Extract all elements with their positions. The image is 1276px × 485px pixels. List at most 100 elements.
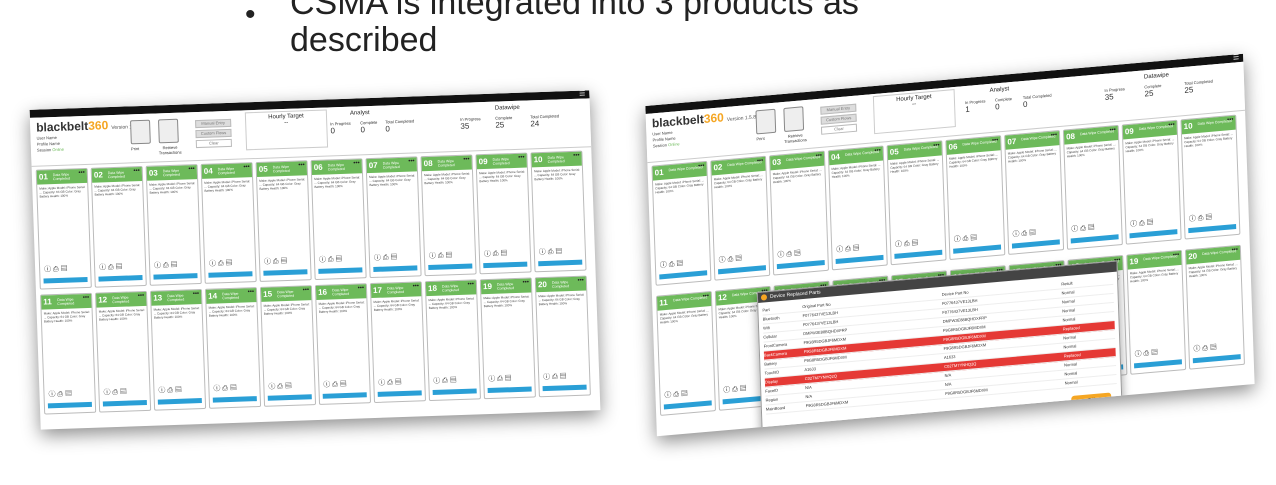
more-icon[interactable]: ••• bbox=[816, 153, 822, 160]
clear-button[interactable]: Clear bbox=[195, 138, 232, 149]
card-action-icons[interactable]: ⓘ ⎙ ▤ bbox=[660, 258, 684, 270]
device-card[interactable]: 07 Data Wipe Completed ••• Make: Apple Mode… bbox=[365, 156, 422, 279]
more-icon[interactable]: ••• bbox=[303, 287, 310, 293]
device-card[interactable]: 04 Data Wipe Completed ••• Make: Apple Mode… bbox=[200, 162, 257, 284]
device-card[interactable]: 11 Data Wipe Completed ••• Make: Apple Mode… bbox=[40, 292, 97, 415]
card-action-icons[interactable]: ⓘ ⎙ ▤ bbox=[1130, 217, 1154, 229]
card-action-icons[interactable]: ⓘ ⎙ ▤ bbox=[44, 264, 68, 275]
device-card[interactable]: 08 Data Wipe Completed ••• Make: Apple Mode… bbox=[1062, 124, 1123, 250]
device-card[interactable]: 05 Data Wipe Completed ••• Make: Apple Mode… bbox=[886, 140, 947, 266]
card-action-icons[interactable]: ⓘ ⎙ ▤ bbox=[374, 252, 398, 263]
more-icon[interactable]: ••• bbox=[138, 293, 145, 299]
device-card[interactable]: 09 Data Wipe Completed ••• Make: Apple Mode… bbox=[475, 152, 532, 275]
more-icon[interactable]: ••• bbox=[468, 281, 475, 287]
more-icon[interactable]: ••• bbox=[188, 166, 195, 172]
more-icon[interactable]: ••• bbox=[133, 168, 140, 174]
print-button[interactable] bbox=[755, 108, 777, 135]
device-card[interactable]: 02 Data Wipe Completed ••• Make: Apple Mode… bbox=[710, 155, 771, 281]
device-card[interactable]: 19 Data Wipe Completed ••• Make: Apple Mode… bbox=[479, 277, 536, 400]
card-action-icons[interactable]: ⓘ ⎙ ▤ bbox=[48, 389, 72, 400]
card-action-icons[interactable]: ⓘ ⎙ ▤ bbox=[1189, 212, 1213, 224]
device-card[interactable]: 18Data Wipe Completed•••Make: Apple Mode… bbox=[424, 279, 481, 402]
more-icon[interactable]: ••• bbox=[358, 285, 365, 291]
device-card[interactable]: 16Data Wipe Completed•••Make: Apple Mode… bbox=[314, 283, 372, 405]
card-action-icons[interactable]: ⓘ ⎙ ▤ bbox=[213, 383, 237, 394]
more-icon[interactable]: ••• bbox=[353, 160, 360, 166]
more-icon[interactable]: ••• bbox=[698, 163, 704, 170]
device-card[interactable]: 15Data Wipe Completed•••Make: Apple Mode… bbox=[259, 285, 317, 407]
more-icon[interactable]: ••• bbox=[577, 278, 584, 284]
card-action-icons[interactable]: ⓘ ⎙ ▤ bbox=[209, 258, 233, 269]
more-icon[interactable]: ••• bbox=[573, 153, 580, 159]
more-icon[interactable]: ••• bbox=[523, 280, 530, 286]
card-action-icons[interactable]: ⓘ ⎙ ▤ bbox=[268, 381, 292, 392]
card-action-icons[interactable]: ⓘ ⎙ ▤ bbox=[154, 260, 178, 271]
retrieve-transactions-button[interactable] bbox=[157, 118, 179, 144]
custom-flows-button[interactable]: Custom Flows bbox=[195, 128, 232, 139]
device-card[interactable]: 13Data Wipe Completed•••Make: Apple Mode… bbox=[149, 288, 207, 411]
card-action-icons[interactable]: ⓘ ⎙ ▤ bbox=[543, 371, 567, 382]
device-card[interactable]: 01 Data Wipe Completed ••• Make: Apple Mode… bbox=[651, 160, 712, 286]
more-icon[interactable]: ••• bbox=[1109, 127, 1115, 134]
more-icon[interactable]: ••• bbox=[78, 170, 85, 176]
device-card[interactable]: 20 Data Wipe Completed ••• Make: Apple Mode… bbox=[1184, 244, 1245, 370]
card-action-icons[interactable]: ⓘ ⎙ ▤ bbox=[1071, 222, 1095, 234]
card-action-icons[interactable]: ⓘ ⎙ ▤ bbox=[777, 248, 801, 260]
more-icon[interactable]: ••• bbox=[757, 158, 763, 165]
device-card[interactable]: 20 Data Wipe Completed ••• Make: Apple Mode… bbox=[534, 275, 591, 398]
device-card[interactable]: 03 Data Wipe Completed ••• Make: Apple Mode… bbox=[769, 150, 829, 276]
card-action-icons[interactable]: ⓘ ⎙ ▤ bbox=[103, 387, 127, 398]
card-action-icons[interactable]: ⓘ ⎙ ▤ bbox=[484, 248, 508, 259]
more-icon[interactable]: ••• bbox=[413, 283, 420, 289]
ok-button[interactable]: OK bbox=[1071, 392, 1112, 409]
card-action-icons[interactable]: ⓘ ⎙ ▤ bbox=[433, 375, 457, 386]
card-action-icons[interactable]: ⓘ ⎙ ▤ bbox=[378, 377, 402, 388]
card-action-icons[interactable]: ⓘ ⎙ ▤ bbox=[954, 233, 978, 245]
more-icon[interactable]: ••• bbox=[243, 164, 250, 170]
card-action-icons[interactable]: ⓘ ⎙ ▤ bbox=[488, 373, 512, 384]
manual-entry-button[interactable]: Manual Entry bbox=[195, 118, 232, 129]
device-card[interactable]: 01 Data Wipe Completed ••• Make: Apple Mode… bbox=[35, 167, 92, 290]
card-action-icons[interactable]: ⓘ ⎙ ▤ bbox=[429, 250, 453, 261]
more-icon[interactable]: ••• bbox=[518, 155, 525, 161]
device-card[interactable]: 06 Data Wipe Completed ••• Make: Apple Mode… bbox=[945, 135, 1006, 261]
card-action-icons[interactable]: ⓘ ⎙ ▤ bbox=[895, 238, 919, 250]
more-icon[interactable]: ••• bbox=[463, 157, 470, 163]
more-icon[interactable]: ••• bbox=[1168, 122, 1174, 129]
hamburger-icon[interactable]: ☰ bbox=[579, 90, 586, 98]
card-action-icons[interactable]: ⓘ ⎙ ▤ bbox=[323, 379, 347, 390]
device-card[interactable]: 02 Data Wipe Completed ••• Make: Apple Mode… bbox=[90, 165, 147, 288]
device-card[interactable]: 12Data Wipe Completed•••Make: Apple Mode… bbox=[95, 290, 152, 413]
device-card[interactable]: 03 Data Wipe Completed ••• Make: Apple Mode… bbox=[145, 164, 202, 286]
card-action-icons[interactable]: ⓘ ⎙ ▤ bbox=[319, 254, 343, 265]
more-icon[interactable]: ••• bbox=[83, 295, 90, 301]
more-icon[interactable]: ••• bbox=[1232, 247, 1238, 254]
clear-button[interactable]: Clear bbox=[820, 123, 858, 135]
more-icon[interactable]: ••• bbox=[1051, 132, 1057, 139]
card-action-icons[interactable]: ⓘ ⎙ ▤ bbox=[1012, 227, 1036, 239]
more-icon[interactable]: ••• bbox=[193, 291, 200, 297]
more-icon[interactable]: ••• bbox=[408, 158, 415, 164]
device-card[interactable]: 10 Data Wipe Completed ••• Make: Apple Mode… bbox=[1180, 114, 1241, 240]
device-card[interactable]: 10 Data Wipe Completed ••• Make: Apple Mode… bbox=[530, 150, 587, 273]
card-action-icons[interactable]: ⓘ ⎙ ▤ bbox=[836, 243, 860, 255]
device-card[interactable]: 11 Data Wipe Completed ••• Make: Apple Mode… bbox=[656, 290, 716, 416]
device-card[interactable]: 07 Data Wipe Completed ••• Make: Apple Mode… bbox=[1004, 129, 1065, 255]
device-card[interactable]: 19 Data Wipe Completed ••• Make: Apple Mode… bbox=[1126, 249, 1187, 375]
device-card[interactable]: 04 Data Wipe Completed ••• Make: Apple Mode… bbox=[827, 145, 888, 271]
device-card[interactable]: 08 Data Wipe Completed ••• Make: Apple Mode… bbox=[420, 154, 477, 277]
print-button[interactable] bbox=[130, 119, 151, 145]
more-icon[interactable]: ••• bbox=[874, 148, 880, 155]
device-card[interactable]: 09 Data Wipe Completed ••• Make: Apple Mode… bbox=[1121, 119, 1182, 245]
device-card[interactable]: 17Data Wipe Completed•••Make: Apple Mode… bbox=[369, 281, 426, 404]
card-action-icons[interactable]: ⓘ ⎙ ▤ bbox=[664, 388, 688, 400]
more-icon[interactable]: ••• bbox=[703, 293, 709, 300]
more-icon[interactable]: ••• bbox=[298, 162, 305, 168]
more-icon[interactable]: ••• bbox=[1227, 117, 1233, 124]
card-action-icons[interactable]: ⓘ ⎙ ▤ bbox=[719, 253, 743, 265]
card-action-icons[interactable]: ⓘ ⎙ ▤ bbox=[264, 256, 288, 267]
more-icon[interactable]: ••• bbox=[992, 137, 998, 144]
more-icon[interactable]: ••• bbox=[1173, 252, 1179, 259]
card-action-icons[interactable]: ⓘ ⎙ ▤ bbox=[539, 246, 563, 257]
card-action-icons[interactable]: ⓘ ⎙ ▤ bbox=[1193, 342, 1217, 354]
